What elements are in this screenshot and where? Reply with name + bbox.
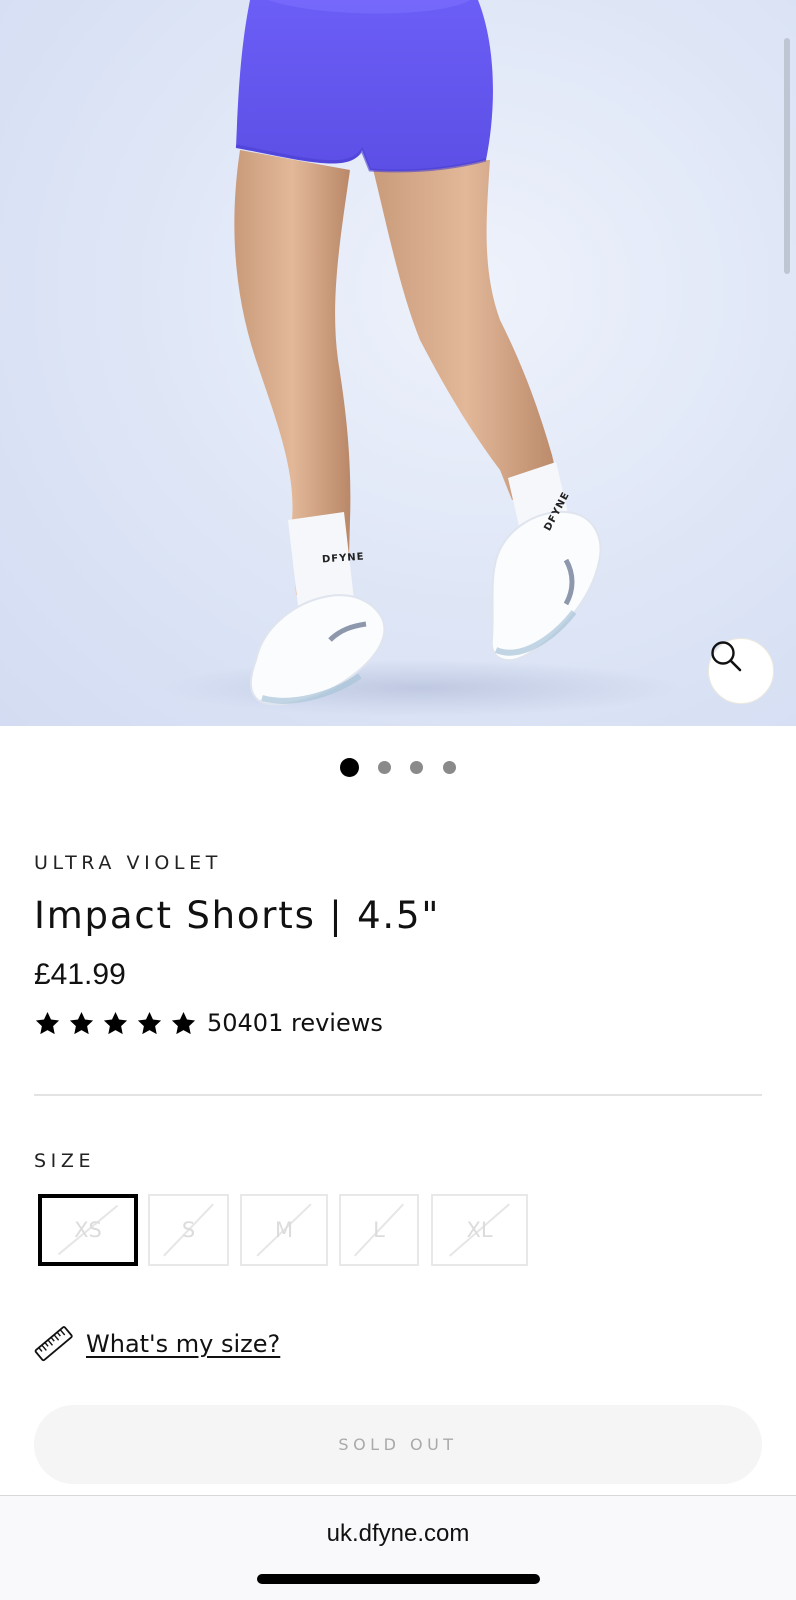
- home-indicator[interactable]: [257, 1574, 540, 1584]
- size-option-xl[interactable]: XL: [431, 1194, 528, 1266]
- zoom-button[interactable]: [708, 638, 774, 704]
- review-count-link[interactable]: 50401 reviews: [207, 1009, 383, 1037]
- ruler-icon: [34, 1326, 73, 1362]
- product-title: Impact Shorts | 4.5": [34, 894, 441, 937]
- size-option-xs[interactable]: XS: [38, 1194, 138, 1266]
- color-name: ULTRA VIOLET: [34, 852, 222, 874]
- product-photo-illustration: [160, 0, 680, 716]
- size-option-label: S: [181, 1218, 196, 1242]
- rating-summary[interactable]: 50401 reviews: [34, 1009, 383, 1037]
- page-scrollbar[interactable]: [784, 38, 790, 274]
- carousel-dot-2[interactable]: [378, 761, 391, 774]
- size-option-label: XL: [466, 1218, 493, 1242]
- size-option-m[interactable]: M: [240, 1194, 328, 1266]
- carousel-dot-1[interactable]: [340, 758, 359, 777]
- product-image[interactable]: DFYNE DFYNE: [0, 0, 796, 726]
- size-option-s[interactable]: S: [148, 1194, 229, 1266]
- size-guide-link[interactable]: What's my size?: [86, 1330, 280, 1358]
- star-icon: [171, 1011, 196, 1034]
- product-price: £41.99: [34, 958, 126, 991]
- size-label: SIZE: [34, 1150, 96, 1172]
- carousel-dot-3[interactable]: [410, 761, 423, 774]
- star-icon: [35, 1011, 60, 1034]
- search-icon: [711, 641, 742, 672]
- star-icon: [103, 1011, 128, 1034]
- sold-out-button[interactable]: SOLD OUT: [34, 1405, 762, 1484]
- size-option-label: L: [373, 1218, 385, 1242]
- divider: [34, 1094, 762, 1096]
- star-icon: [69, 1011, 94, 1034]
- size-guide[interactable]: What's my size?: [34, 1324, 280, 1364]
- size-option-label: XS: [74, 1218, 102, 1242]
- star-rating: [34, 1010, 197, 1037]
- url-bar[interactable]: uk.dfyne.com: [0, 1520, 796, 1548]
- size-option-l[interactable]: L: [339, 1194, 419, 1266]
- size-option-label: M: [274, 1218, 294, 1242]
- carousel-dot-4[interactable]: [443, 761, 456, 774]
- star-icon: [137, 1011, 162, 1034]
